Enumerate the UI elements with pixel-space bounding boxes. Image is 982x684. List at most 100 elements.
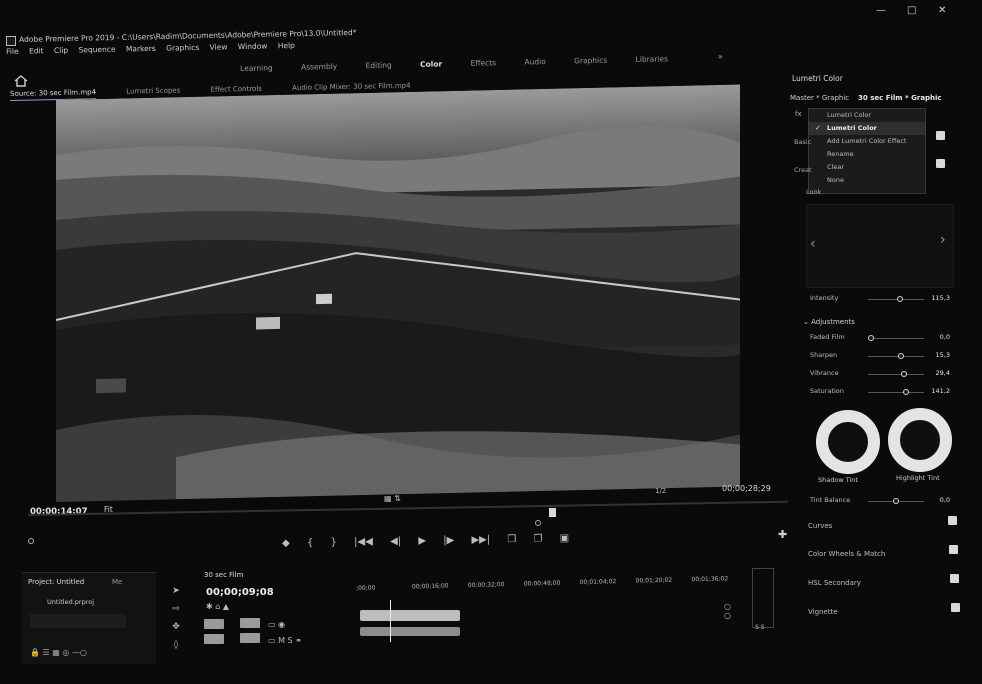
home-icon[interactable] — [14, 75, 28, 87]
mark-in-button[interactable]: { — [307, 537, 314, 548]
monitor-playhead[interactable] — [549, 508, 556, 517]
dropdown-option[interactable]: Rename — [809, 148, 925, 161]
dropdown-option[interactable]: Clear — [809, 161, 925, 174]
tab-project[interactable]: Project: Untitled — [28, 578, 84, 586]
dropdown-option[interactable]: Add Lumetri Color Effect — [809, 135, 925, 148]
shadow-tint-wheel[interactable] — [816, 410, 880, 474]
creative-section-label[interactable]: Creat — [794, 166, 812, 174]
video-clip[interactable] — [360, 610, 460, 621]
in-point-dot[interactable] — [28, 538, 34, 544]
track-toggle-v1-target[interactable] — [240, 618, 260, 628]
faded-film-slider[interactable]: Faded Film 0,0 — [810, 333, 950, 345]
slider-track[interactable] — [868, 338, 924, 339]
slider-value[interactable]: 141,2 — [931, 387, 950, 395]
lumetri-master-label[interactable]: Master * Graphic — [790, 94, 849, 102]
curves-section[interactable]: Curves — [808, 522, 832, 530]
intensity-slider[interactable]: Intensity 115,3 — [810, 294, 950, 306]
hsl-secondary-section[interactable]: HSL Secondary — [808, 579, 861, 587]
close-button[interactable]: ✕ — [938, 5, 946, 16]
basic-enable-checkbox[interactable] — [936, 131, 945, 140]
slider-knob[interactable] — [897, 296, 903, 302]
project-search-input[interactable] — [30, 614, 126, 628]
hsl-enable-checkbox[interactable] — [950, 574, 959, 583]
vibrance-slider[interactable]: Vibrance 29,4 — [810, 369, 950, 381]
tint-balance-slider[interactable]: Tint Balance 0,0 — [810, 496, 950, 508]
scrub-handle[interactable] — [535, 520, 541, 526]
lumetri-effect-dropdown[interactable]: Lumetri Color Lumetri Color Add Lumetri … — [808, 108, 926, 194]
slider-knob[interactable] — [893, 498, 899, 504]
audio-clip[interactable] — [360, 627, 460, 636]
play-button[interactable]: ▶ — [418, 535, 426, 546]
tab-audio-clip-mixer[interactable]: Audio Clip Mixer: 30 sec Film.mp4 — [292, 82, 411, 92]
look-next-icon[interactable]: › — [940, 232, 946, 248]
go-to-out-button[interactable]: ▶▶| — [471, 534, 490, 545]
lumetri-clip-label[interactable]: 30 sec Film * Graphic — [858, 94, 942, 102]
monitor-settings-icon[interactable]: ▦ ⇅ — [384, 494, 401, 503]
overwrite-button[interactable]: ❒ — [533, 533, 542, 544]
insert-button[interactable]: ❐ — [507, 534, 516, 545]
highlight-tint-wheel[interactable] — [888, 408, 952, 472]
menu-edit[interactable]: Edit — [29, 46, 44, 55]
timeline-tool-icons[interactable]: ✱ ⌂ ▲ — [206, 602, 229, 611]
look-preview[interactable] — [806, 204, 954, 288]
adjustments-section-header[interactable]: ⌄ Adjustments — [803, 318, 855, 326]
workspace-tab-editing[interactable]: Editing — [365, 61, 391, 71]
timeline-ruler[interactable]: ;00;00 00;00;16;00 00;00;32;00 00;00;48;… — [356, 575, 746, 592]
menu-clip[interactable]: Clip — [54, 46, 68, 55]
dropdown-option[interactable]: None — [809, 174, 925, 187]
track-toggle-a1[interactable] — [204, 634, 224, 644]
color-wheels-enable-checkbox[interactable] — [949, 545, 958, 554]
step-back-button[interactable]: ◀| — [390, 536, 401, 547]
tab-timeline-sequence[interactable]: 30 sec Film — [204, 571, 243, 579]
curves-enable-checkbox[interactable] — [948, 516, 957, 525]
program-monitor-video[interactable] — [56, 84, 740, 502]
step-forward-button[interactable]: |▶ — [443, 535, 454, 546]
tab-lumetri-scopes[interactable]: Lumetri Scopes — [126, 86, 180, 95]
workspace-tab-assembly[interactable]: Assembly — [301, 62, 337, 72]
monitor-scrubber[interactable] — [28, 500, 788, 516]
slider-knob[interactable] — [868, 335, 874, 341]
go-to-in-button[interactable]: |◀◀ — [354, 536, 373, 547]
workspace-tab-libraries[interactable]: Libraries — [636, 54, 669, 64]
ripple-edit-icon[interactable]: ✥ — [166, 618, 186, 636]
basic-section-label[interactable]: Basic — [794, 138, 811, 146]
menu-window[interactable]: Window — [238, 42, 268, 52]
slider-track[interactable] — [868, 374, 924, 375]
add-marker-button[interactable]: ◆ — [282, 538, 290, 549]
mark-out-button[interactable]: } — [330, 537, 337, 548]
look-prev-icon[interactable]: ‹ — [810, 236, 816, 252]
resolution-select[interactable]: 1/2 — [655, 487, 666, 495]
slider-knob[interactable] — [898, 353, 904, 359]
track-select-icon[interactable]: ⇨ — [166, 600, 186, 618]
creative-enable-checkbox[interactable] — [936, 159, 945, 168]
slider-knob[interactable] — [903, 389, 909, 395]
lumetri-panel-title[interactable]: Lumetri Color — [792, 74, 843, 83]
dropdown-option[interactable]: Lumetri Color — [809, 109, 925, 122]
slider-value[interactable]: 29,4 — [936, 369, 950, 377]
workspace-tab-learning[interactable]: Learning — [240, 63, 273, 73]
track-toggle-a1-target[interactable] — [240, 633, 260, 643]
saturation-slider[interactable]: Saturation 141,2 — [810, 387, 950, 399]
slider-track[interactable] — [868, 392, 924, 393]
timeline-scroll-icons[interactable]: ○ ○ — [724, 602, 731, 620]
slider-track[interactable] — [868, 356, 924, 357]
slider-value[interactable]: 0,0 — [940, 333, 950, 341]
slider-knob[interactable] — [900, 371, 907, 377]
menu-file[interactable]: File — [6, 47, 19, 56]
minimize-button[interactable]: — — [876, 5, 886, 16]
export-frame-button[interactable]: ▣ — [560, 533, 570, 544]
timeline-playhead[interactable] — [390, 600, 391, 642]
audio-track-controls-icons[interactable]: ▭ M S ⚭ — [268, 636, 302, 645]
track-controls-icons[interactable]: ▭ ◉ — [268, 620, 285, 629]
workspace-overflow-button[interactable]: » — [718, 52, 723, 61]
menu-view[interactable]: View — [210, 42, 228, 51]
selection-tool-icon[interactable]: ➤ — [166, 582, 186, 600]
slider-value[interactable]: 15,3 — [936, 351, 950, 359]
workspace-tab-graphics[interactable]: Graphics — [574, 56, 607, 66]
track-toggle-v1[interactable] — [204, 619, 224, 629]
workspace-tab-color[interactable]: Color — [420, 59, 442, 68]
menu-help[interactable]: Help — [278, 41, 295, 50]
project-view-controls[interactable]: 🔒 ☰ ▦ ◎ —○ — [30, 648, 87, 657]
maximize-button[interactable]: □ — [907, 5, 916, 16]
dropdown-option-selected[interactable]: Lumetri Color — [809, 122, 925, 135]
